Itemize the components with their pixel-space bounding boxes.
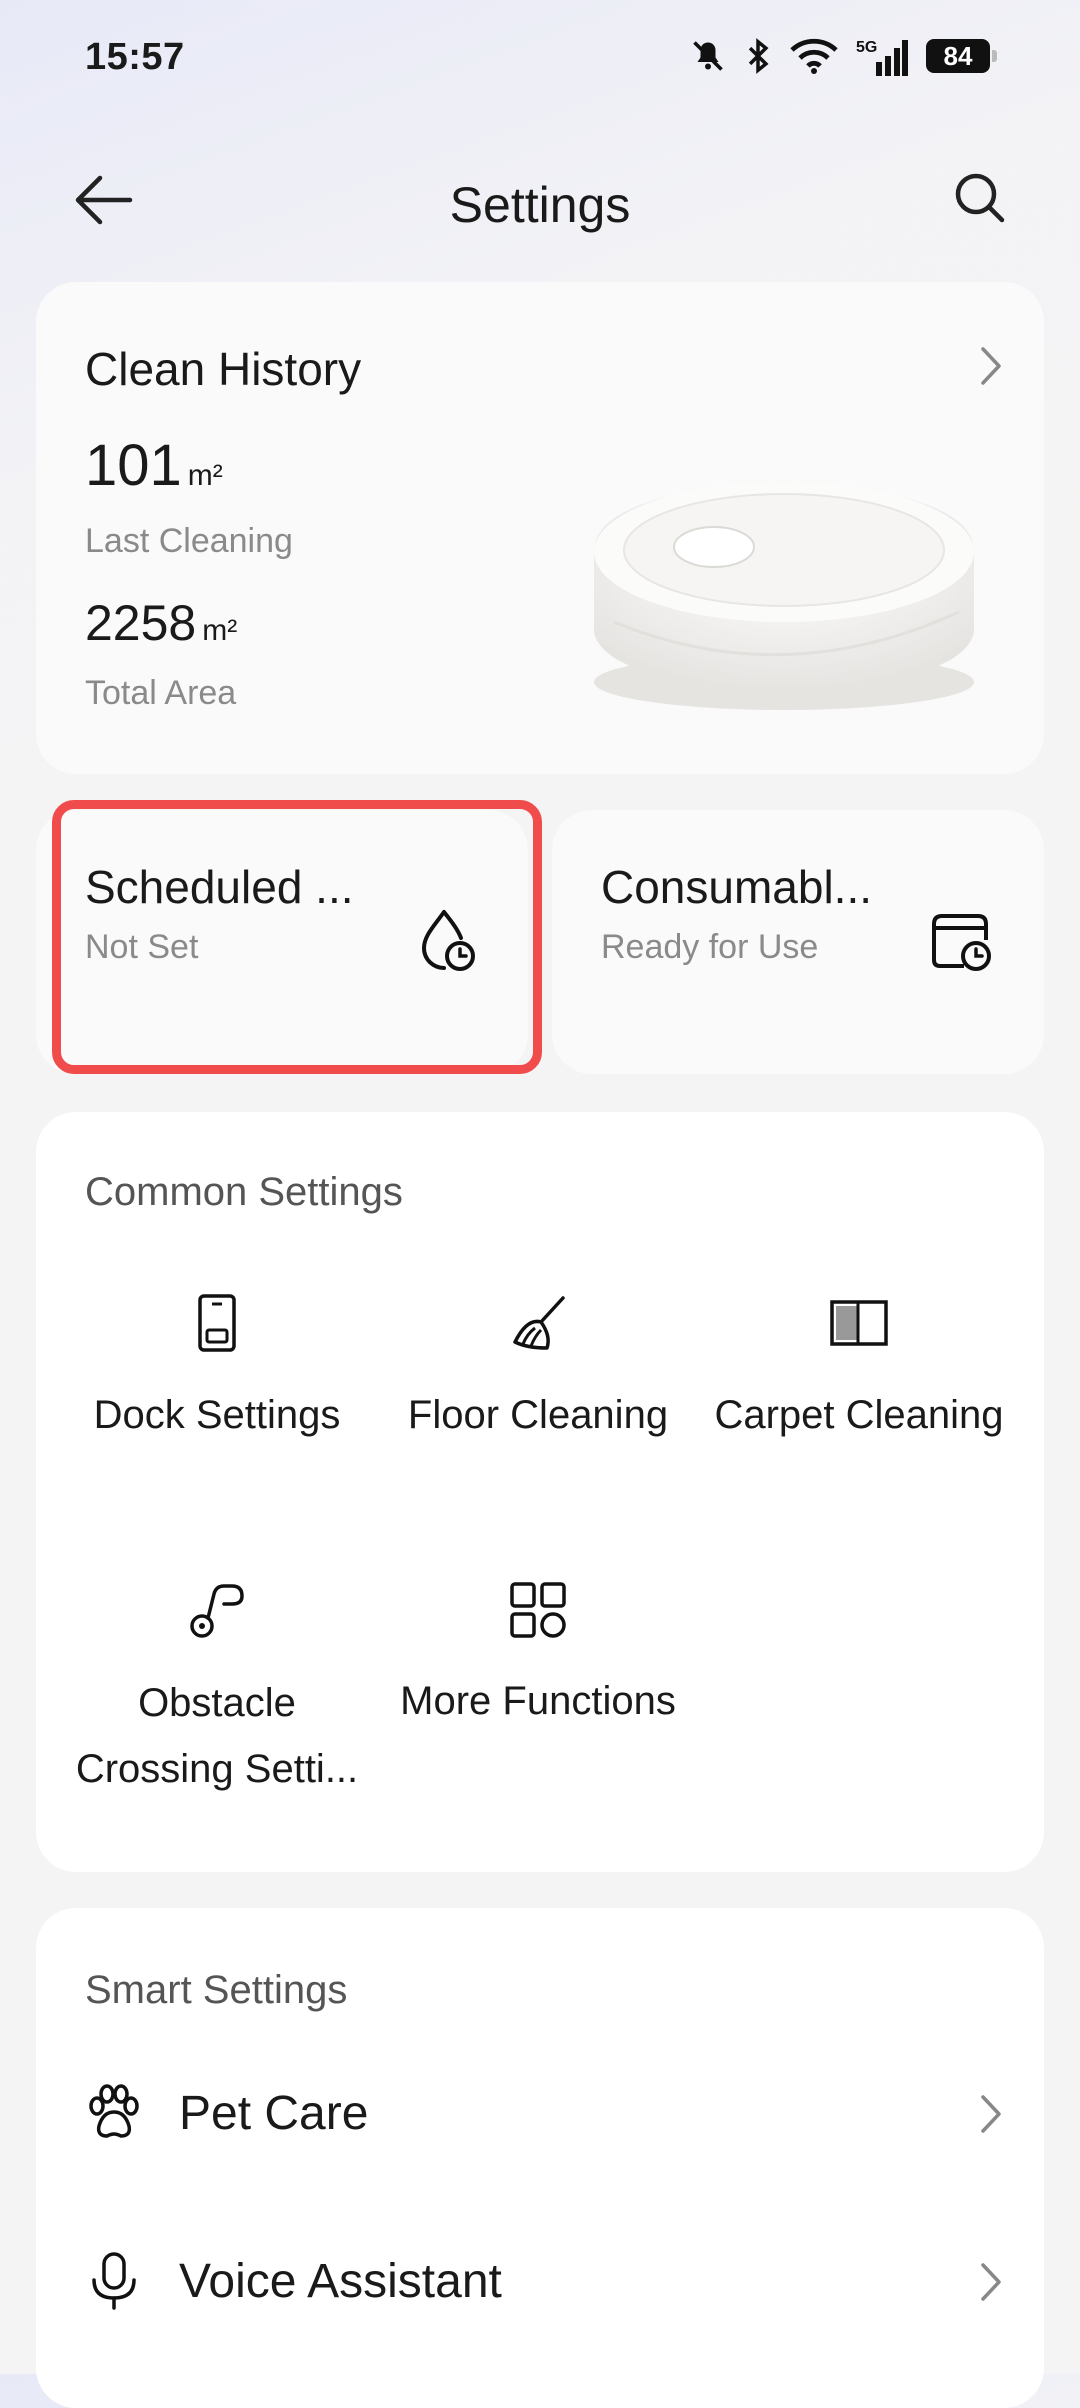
- highlight-box: [52, 800, 542, 1074]
- obstacle-crossing-label: Obstacle Crossing Setti...: [75, 1681, 359, 1791]
- dock-settings-item[interactable]: Dock Settings: [57, 1292, 377, 1448]
- dock-icon: [198, 1294, 236, 1352]
- chevron-right-icon: [981, 347, 1001, 385]
- chevron-right-icon: [981, 2263, 1001, 2301]
- mute-bell-icon: [693, 41, 723, 71]
- paw-icon: [89, 2084, 139, 2138]
- page-title: Settings: [449, 177, 631, 233]
- wifi-icon: [790, 38, 838, 74]
- search-icon: [955, 173, 1005, 223]
- consumables-title: Consumabl...: [601, 861, 873, 913]
- carpet-cleaning-item[interactable]: Carpet Cleaning: [699, 1292, 1019, 1448]
- common-settings-card: Common Settings Dock Settings Floor Clea…: [36, 1112, 1044, 1872]
- top-app-bar: Settings: [0, 140, 1080, 260]
- bluetooth-icon: [748, 38, 769, 74]
- voice-assistant-row[interactable]: Voice Assistant: [36, 2226, 1044, 2336]
- clean-history-title: Clean History: [85, 343, 362, 395]
- pet-care-label: Pet Care: [179, 2087, 369, 2140]
- search-button[interactable]: [950, 168, 1020, 238]
- floor-cleaning-item[interactable]: Floor Cleaning: [378, 1292, 698, 1448]
- microphone-icon: [92, 2252, 136, 2310]
- smart-settings-card: Smart Settings Pet Care Voice Assistant: [36, 1908, 1044, 2408]
- more-functions-label: More Functions: [400, 1679, 676, 1723]
- status-icons: 5G 84: [690, 36, 997, 76]
- voice-assistant-label: Voice Assistant: [179, 2255, 502, 2308]
- total-area-label: Total Area: [85, 674, 237, 712]
- carpet-cleaning-label: Carpet Cleaning: [714, 1393, 1004, 1437]
- obstacle-icon: [190, 1584, 244, 1638]
- smart-settings-title: Smart Settings: [85, 1968, 348, 2012]
- cellular-5g-icon: 5G: [856, 39, 908, 76]
- clean-history-card[interactable]: Clean History 101 m² Last Cleaning 2258 m²…: [36, 282, 1044, 774]
- more-functions-item[interactable]: More Functions: [378, 1580, 698, 1734]
- total-area-value: 2258 m²: [85, 595, 238, 651]
- common-settings-title: Common Settings: [85, 1170, 403, 1214]
- status-time: 15:57: [85, 36, 185, 78]
- last-cleaning-label: Last Cleaning: [85, 522, 293, 560]
- consumables-card[interactable]: Consumabl... Ready for Use: [552, 810, 1044, 1074]
- robot-vacuum-image: [594, 482, 974, 710]
- status-bar: 15:57 5G 84: [0, 0, 1080, 120]
- network-type-label: 5G: [856, 39, 877, 56]
- grid-icon: [510, 1582, 566, 1638]
- battery-indicator: 84: [926, 39, 997, 73]
- dock-settings-label: Dock Settings: [93, 1393, 341, 1437]
- pet-care-row[interactable]: Pet Care: [36, 2058, 1044, 2168]
- mop-icon: [513, 1296, 565, 1350]
- consumables-status: Ready for Use: [601, 928, 819, 966]
- carpet-icon: [830, 1300, 888, 1346]
- obstacle-crossing-item[interactable]: Obstacle Crossing Setti...: [57, 1580, 377, 1802]
- box-clock-icon: [932, 914, 991, 971]
- last-cleaning-area: 101 m²: [85, 433, 223, 498]
- chevron-right-icon: [981, 2095, 1001, 2133]
- floor-cleaning-label: Floor Cleaning: [407, 1393, 669, 1437]
